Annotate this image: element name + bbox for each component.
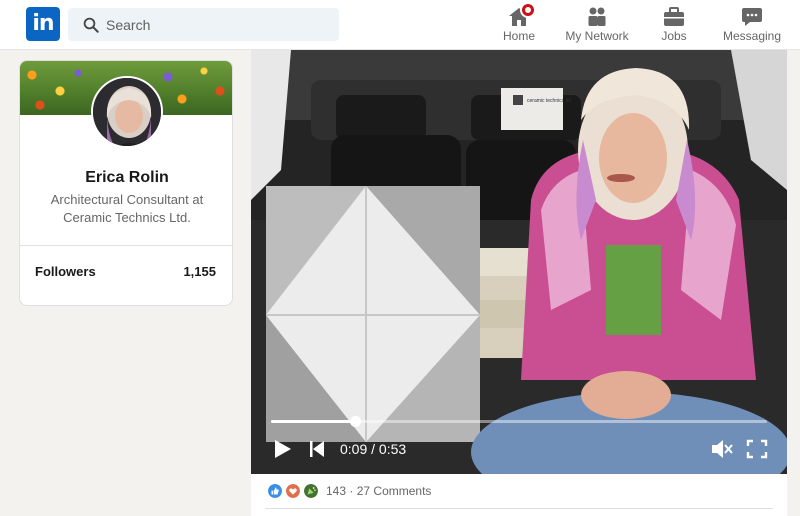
profile-headline: Architectural Consultant at Ceramic Tech…	[50, 192, 204, 225]
briefcase-icon	[664, 7, 684, 26]
followers-count[interactable]: 1,155	[183, 264, 216, 279]
count-separator: ·	[349, 484, 354, 498]
celebrate-reaction-icon	[303, 483, 319, 499]
progress-fill	[271, 420, 356, 423]
nav-jobs[interactable]: Jobs	[651, 0, 697, 50]
like-reaction-icon	[267, 483, 283, 499]
social-counts-bar: 143 · 27 Comments	[251, 474, 787, 516]
top-nav-bar: in Home My Network Jobs	[0, 0, 800, 50]
nav-my-network[interactable]: My Network	[561, 0, 633, 50]
nav-messaging-label: Messaging	[722, 29, 782, 43]
followers-label[interactable]: Followers	[35, 264, 96, 279]
search-box[interactable]	[68, 8, 339, 41]
engagement-counts: 143 · 27 Comments	[326, 484, 431, 498]
video-player[interactable]: ceramic technics ltd 0:09 / 0:53	[251, 50, 787, 474]
skip-back-icon[interactable]	[305, 438, 329, 460]
nav-home[interactable]: Home	[496, 0, 542, 50]
notification-badge	[520, 2, 536, 18]
video-frame: ceramic technics ltd	[251, 50, 787, 474]
comments-count[interactable]: 27 Comments	[357, 484, 432, 498]
box-label-text: ceramic technics ltd	[527, 98, 571, 104]
network-icon	[588, 7, 606, 26]
mute-icon[interactable]	[710, 438, 734, 460]
progress-bar[interactable]	[271, 416, 767, 427]
avatar-photo	[93, 78, 161, 146]
nav-my-network-label: My Network	[565, 29, 629, 43]
nav-jobs-label: Jobs	[661, 29, 687, 43]
linkedin-logo[interactable]: in	[26, 7, 60, 41]
search-icon	[83, 17, 99, 33]
message-icon	[742, 8, 762, 26]
nav-home-label: Home	[502, 29, 535, 43]
nav-messaging[interactable]: Messaging	[718, 0, 786, 50]
search-input[interactable]	[106, 8, 331, 41]
fullscreen-icon[interactable]	[745, 438, 769, 460]
divider	[265, 508, 773, 509]
avatar[interactable]	[91, 76, 163, 148]
profile-card: Erica Rolin Architectural Consultant at …	[19, 60, 233, 306]
video-time: 0:09 / 0:53	[340, 441, 407, 457]
profile-name[interactable]: Erica Rolin	[20, 169, 232, 187]
play-icon[interactable]	[271, 438, 295, 460]
love-reaction-icon	[285, 483, 301, 499]
reaction-count[interactable]: 143	[326, 484, 346, 498]
divider	[20, 245, 232, 246]
